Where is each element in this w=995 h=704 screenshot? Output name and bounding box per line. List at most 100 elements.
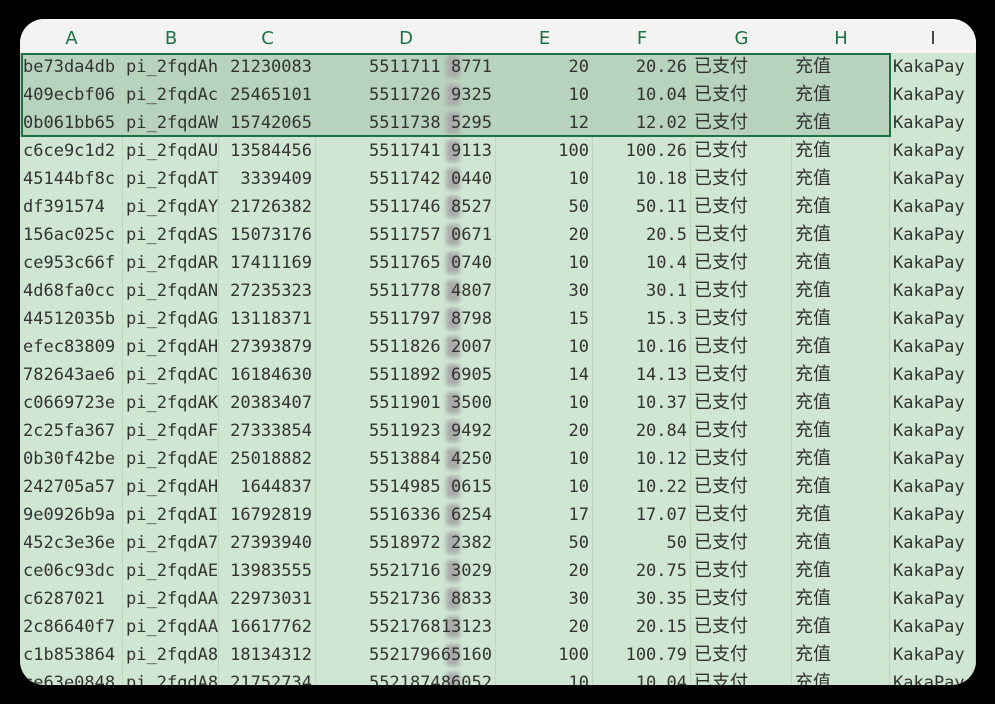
cell-type[interactable]: 充值 — [792, 109, 890, 137]
cell-type[interactable]: 充值 — [792, 53, 890, 81]
cell-status[interactable]: 已支付 — [691, 193, 792, 221]
cell-amount[interactable]: 17 — [496, 501, 593, 529]
cell-order-number[interactable]: 5511726 9325 — [316, 81, 496, 109]
cell-channel[interactable]: KakaPay — [890, 193, 976, 221]
cell-channel[interactable]: KakaPay — [890, 361, 976, 389]
cell-payment-id[interactable]: pi_2fqdAH — [123, 333, 219, 361]
cell-type[interactable]: 充值 — [792, 613, 890, 641]
cell-order-number[interactable]: 5521716 3029 — [316, 557, 496, 585]
cell-paid-amount[interactable]: 10.18 — [593, 165, 691, 193]
cell-order-number[interactable]: 5521768 13123 — [316, 613, 496, 641]
cell-hash[interactable]: ce06c93dc — [20, 557, 123, 585]
cell-channel[interactable]: KakaPay — [890, 641, 976, 669]
cell-number[interactable]: 16792819 — [219, 501, 316, 529]
cell-order-number[interactable]: 5511797 8798 — [316, 305, 496, 333]
cell-paid-amount[interactable]: 20.5 — [593, 221, 691, 249]
cell-amount[interactable]: 100 — [496, 641, 593, 669]
cell-order-number[interactable]: 5511765 0740 — [316, 249, 496, 277]
cell-order-number[interactable]: 5511738 5295 — [316, 109, 496, 137]
cell-order-number[interactable]: 5514985 0615 — [316, 473, 496, 501]
cell-hash[interactable]: ce953c66f — [20, 249, 123, 277]
cell-payment-id[interactable]: pi_2fqdAc — [123, 81, 219, 109]
cell-channel[interactable]: KakaPay — [890, 585, 976, 613]
cell-type[interactable]: 充值 — [792, 669, 890, 685]
cell-amount[interactable]: 20 — [496, 221, 593, 249]
cell-type[interactable]: 充值 — [792, 361, 890, 389]
cell-type[interactable]: 充值 — [792, 557, 890, 585]
cell-paid-amount[interactable]: 10.04 — [593, 81, 691, 109]
cell-order-number[interactable]: 5521796 65160 — [316, 641, 496, 669]
cell-number[interactable]: 16184630 — [219, 361, 316, 389]
cell-order-number[interactable]: 5511746 8527 — [316, 193, 496, 221]
cell-paid-amount[interactable]: 20.26 — [593, 53, 691, 81]
cell-payment-id[interactable]: pi_2fqdAU — [123, 137, 219, 165]
cell-hash[interactable]: 452c3e36e — [20, 529, 123, 557]
cell-status[interactable]: 已支付 — [691, 501, 792, 529]
cell-order-number[interactable]: 5511711 8771 — [316, 53, 496, 81]
column-header-i[interactable]: I — [890, 19, 976, 53]
cell-hash[interactable]: 0b061bb65 — [20, 109, 123, 137]
cell-type[interactable]: 充值 — [792, 529, 890, 557]
cell-amount[interactable]: 10 — [496, 81, 593, 109]
cell-payment-id[interactable]: pi_2fqdAE — [123, 557, 219, 585]
cell-amount[interactable]: 20 — [496, 557, 593, 585]
cell-status[interactable]: 已支付 — [691, 585, 792, 613]
cell-type[interactable]: 充值 — [792, 473, 890, 501]
cell-payment-id[interactable]: pi_2fqdAA — [123, 613, 219, 641]
cell-type[interactable]: 充值 — [792, 137, 890, 165]
column-header-h[interactable]: H — [792, 19, 890, 53]
cell-paid-amount[interactable]: 20.84 — [593, 417, 691, 445]
cell-amount[interactable]: 10 — [496, 669, 593, 685]
cell-type[interactable]: 充值 — [792, 389, 890, 417]
cell-hash[interactable]: 409ecbf06 — [20, 81, 123, 109]
cell-status[interactable]: 已支付 — [691, 109, 792, 137]
cell-type[interactable]: 充值 — [792, 585, 890, 613]
cell-type[interactable]: 充值 — [792, 193, 890, 221]
cell-channel[interactable]: KakaPay — [890, 277, 976, 305]
cell-hash[interactable]: ce63e0848 — [20, 669, 123, 685]
cell-number[interactable]: 15742065 — [219, 109, 316, 137]
cell-amount[interactable]: 20 — [496, 417, 593, 445]
cell-amount[interactable]: 10 — [496, 249, 593, 277]
cell-payment-id[interactable]: pi_2fqdAG — [123, 305, 219, 333]
cell-channel[interactable]: KakaPay — [890, 557, 976, 585]
cell-status[interactable]: 已支付 — [691, 473, 792, 501]
cell-channel[interactable]: KakaPay — [890, 221, 976, 249]
cell-hash[interactable]: c0669723e — [20, 389, 123, 417]
cell-order-number[interactable]: 5518972 2382 — [316, 529, 496, 557]
cell-status[interactable]: 已支付 — [691, 529, 792, 557]
cell-amount[interactable]: 20 — [496, 53, 593, 81]
cell-number[interactable]: 13584456 — [219, 137, 316, 165]
cell-payment-id[interactable]: pi_2fqdAN — [123, 277, 219, 305]
cell-payment-id[interactable]: pi_2fqdAW — [123, 109, 219, 137]
cell-status[interactable]: 已支付 — [691, 557, 792, 585]
cell-status[interactable]: 已支付 — [691, 305, 792, 333]
cell-amount[interactable]: 10 — [496, 165, 593, 193]
cell-amount[interactable]: 10 — [496, 389, 593, 417]
cell-paid-amount[interactable]: 17.07 — [593, 501, 691, 529]
cell-type[interactable]: 充值 — [792, 277, 890, 305]
cell-number[interactable]: 15073176 — [219, 221, 316, 249]
cell-type[interactable]: 充值 — [792, 221, 890, 249]
cell-paid-amount[interactable]: 50 — [593, 529, 691, 557]
cell-payment-id[interactable]: pi_2fqdAE — [123, 445, 219, 473]
cell-payment-id[interactable]: pi_2fqdAF — [123, 417, 219, 445]
cell-status[interactable]: 已支付 — [691, 613, 792, 641]
cell-paid-amount[interactable]: 10.22 — [593, 473, 691, 501]
cell-payment-id[interactable]: pi_2fqdAY — [123, 193, 219, 221]
cell-channel[interactable]: KakaPay — [890, 669, 976, 685]
cell-amount[interactable]: 30 — [496, 277, 593, 305]
column-header-b[interactable]: B — [123, 19, 219, 53]
cell-hash[interactable]: 2c86640f7 — [20, 613, 123, 641]
cell-number[interactable]: 13118371 — [219, 305, 316, 333]
cell-status[interactable]: 已支付 — [691, 53, 792, 81]
cell-paid-amount[interactable]: 10.12 — [593, 445, 691, 473]
column-header-e[interactable]: E — [496, 19, 593, 53]
cell-amount[interactable]: 100 — [496, 137, 593, 165]
column-header-f[interactable]: F — [593, 19, 691, 53]
cell-paid-amount[interactable]: 10.4 — [593, 249, 691, 277]
cell-hash[interactable]: efec83809 — [20, 333, 123, 361]
cell-number[interactable]: 25018882 — [219, 445, 316, 473]
cell-amount[interactable]: 15 — [496, 305, 593, 333]
cell-amount[interactable]: 10 — [496, 445, 593, 473]
